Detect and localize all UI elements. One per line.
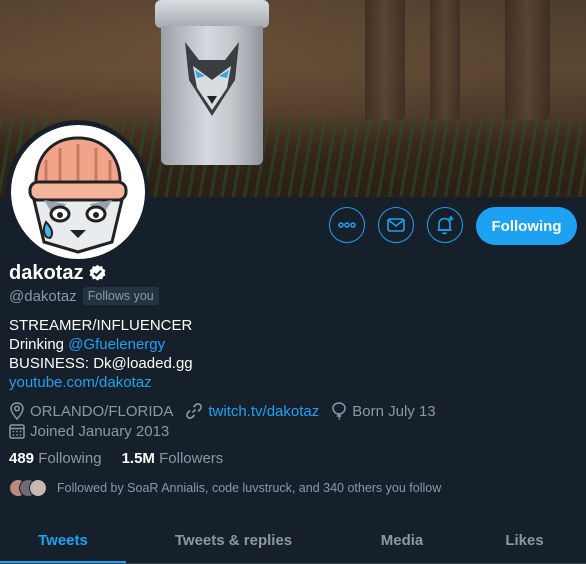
following-stat[interactable]: 489 Following <box>9 450 102 467</box>
birthday: Born July 13 <box>331 402 436 420</box>
followed-by-text: Followed by SoaR Annialis, code luvstruc… <box>57 481 442 495</box>
following-label: Following <box>38 450 102 467</box>
location-text: ORLANDO/FLORIDA <box>30 402 174 420</box>
notifications-button[interactable] <box>427 207 463 243</box>
tab-media[interactable]: Media <box>341 517 463 563</box>
display-name: dakotaz <box>9 262 84 284</box>
twitch-link[interactable]: twitch.tv/dakotaz <box>208 403 319 420</box>
location-pin-icon <box>10 402 24 420</box>
youtube-link[interactable]: youtube.com/dakotaz <box>9 373 193 392</box>
tab-tweets[interactable]: Tweets <box>0 517 126 563</box>
shaker-cup-image <box>155 0 269 165</box>
followers-stat[interactable]: 1.5M Followers <box>122 450 224 467</box>
followers-count: 1.5M <box>121 450 155 467</box>
message-button[interactable] <box>378 207 414 243</box>
mutual-avatar <box>29 479 47 497</box>
tab-likes[interactable]: Likes <box>463 517 586 563</box>
tab-tweets-replies[interactable]: Tweets & replies <box>126 517 341 563</box>
bell-plus-icon <box>437 216 454 235</box>
mail-icon <box>387 218 405 232</box>
profile-meta: ORLANDO/FLORIDA twitch.tv/dakotaz Born J… <box>9 401 448 441</box>
following-count: 489 <box>9 450 35 467</box>
profile-name-row: dakotaz <box>9 262 107 285</box>
verified-badge-icon <box>90 264 106 281</box>
location: ORLANDO/FLORIDA <box>9 402 173 420</box>
followers-label: Followers <box>159 450 224 467</box>
username-handle: @dakotaz <box>9 287 77 305</box>
following-button[interactable]: Following <box>476 207 577 245</box>
more-icon <box>338 222 356 228</box>
profile-bio: STREAMER/INFLUENCER Drinking @Gfuelenerg… <box>9 316 193 392</box>
followed-by[interactable]: Followed by SoaR Annialis, code luvstruc… <box>9 479 441 497</box>
more-button[interactable] <box>329 207 365 243</box>
follows-you-badge: Follows you <box>82 287 159 305</box>
website: twitch.tv/dakotaz <box>185 402 319 420</box>
bio-line: STREAMER/INFLUENCER <box>9 317 193 334</box>
gfuel-mention-link[interactable]: @Gfuelenergy <box>68 336 165 353</box>
wolf-logo-icon <box>185 42 239 116</box>
join-date-text: Joined January 2013 <box>30 422 170 440</box>
handle-row: @dakotaz Follows you <box>9 287 159 305</box>
tree-trunk <box>430 0 460 120</box>
follow-stats: 489 Following 1.5M Followers <box>9 450 223 467</box>
bio-line: BUSINESS: Dk@loaded.gg <box>9 355 193 372</box>
profile-tabs: Tweets Tweets & replies Media Likes <box>0 517 586 564</box>
bio-text: Drinking <box>9 336 69 353</box>
tree-trunk <box>505 0 550 120</box>
mutual-avatars <box>9 479 49 497</box>
join-date: Joined January 2013 <box>9 423 169 440</box>
balloon-icon <box>332 402 347 420</box>
link-icon <box>186 403 203 419</box>
calendar-icon <box>9 424 25 439</box>
bio-line: Drinking @Gfuelenergy <box>9 335 193 354</box>
tree-trunk <box>365 0 405 120</box>
birthday-text: Born July 13 <box>352 402 436 420</box>
profile-actions: Following <box>0 207 586 247</box>
